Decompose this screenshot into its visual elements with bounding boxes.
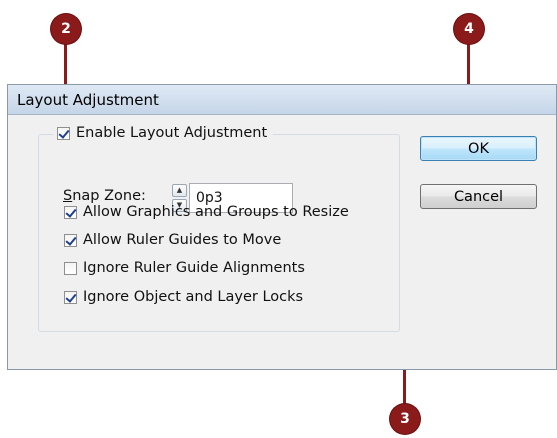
option-label: Ignore Ruler Guide Alignments: [83, 260, 305, 276]
ignore-ruler-guide-alignments-checkbox[interactable]: [64, 261, 77, 275]
cancel-button[interactable]: Cancel: [420, 184, 537, 209]
option-ignore-ruler-guide-alignments[interactable]: Ignore Ruler Guide Alignments: [64, 258, 305, 278]
stepper-up-icon[interactable]: ▲: [172, 184, 187, 197]
option-allow-graphics-resize[interactable]: Allow Graphics and Groups to Resize: [64, 202, 349, 222]
dialog-titlebar: Layout Adjustment: [8, 85, 556, 115]
option-label: Allow Graphics and Groups to Resize: [83, 204, 349, 220]
option-ignore-object-layer-locks[interactable]: Ignore Object and Layer Locks: [64, 287, 303, 307]
dialog-title: Layout Adjustment: [17, 91, 159, 109]
ok-button[interactable]: OK: [420, 136, 537, 161]
option-label: Allow Ruler Guides to Move: [83, 232, 282, 248]
ignore-object-layer-locks-checkbox[interactable]: [64, 290, 77, 304]
callout-3-badge: 3: [390, 404, 420, 434]
enable-layout-adjustment-checkbox[interactable]: [57, 126, 70, 140]
layout-adjustment-dialog: Layout Adjustment Enable Layout Adjustme…: [7, 84, 557, 370]
enable-layout-adjustment-option[interactable]: Enable Layout Adjustment: [53, 121, 274, 145]
allow-graphics-resize-checkbox[interactable]: [64, 205, 77, 219]
callout-2-badge: 2: [51, 14, 81, 44]
option-allow-ruler-guides-move[interactable]: Allow Ruler Guides to Move: [64, 230, 281, 250]
option-label: Ignore Object and Layer Locks: [83, 289, 304, 305]
enable-layout-adjustment-label: Enable Layout Adjustment: [76, 125, 268, 141]
callout-4-badge: 4: [454, 14, 484, 44]
allow-ruler-guides-move-checkbox[interactable]: [64, 233, 77, 247]
